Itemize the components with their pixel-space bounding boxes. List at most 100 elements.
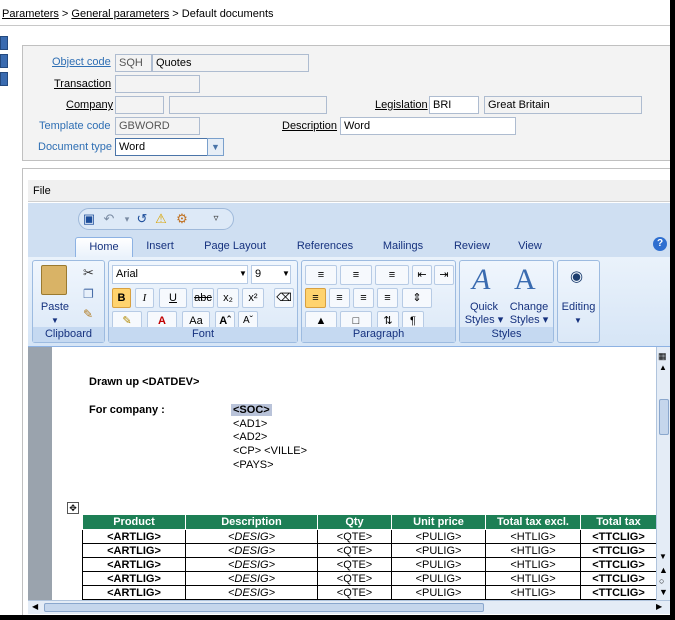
table-cell: <DESIG> — [185, 529, 318, 544]
chevron-down-icon[interactable]: ▼ — [282, 269, 290, 278]
save-icon[interactable]: ▣ — [81, 211, 97, 227]
bullets-button[interactable]: ≡ — [305, 265, 337, 285]
file-menu[interactable]: File — [33, 185, 51, 197]
template-code-field: GBWORD — [115, 117, 200, 135]
horizontal-scrollbar[interactable]: ◀ ▶ — [28, 600, 670, 614]
binoculars-icon[interactable]: ◉ — [570, 267, 583, 285]
superscript-button[interactable]: x² — [242, 288, 264, 308]
undo-dropdown-icon[interactable]: ▾ — [119, 211, 135, 227]
multilevel-list-button[interactable]: ≡ — [375, 265, 409, 285]
italic-button[interactable]: I — [135, 288, 154, 308]
quick-styles-button[interactable]: Quick Styles ▾ — [462, 301, 506, 327]
chevron-down-icon[interactable]: ▼ — [51, 316, 59, 325]
side-tool-button[interactable] — [0, 72, 8, 86]
table-header-row: Product Description Qty Unit price Total… — [82, 514, 657, 530]
tab-page-layout[interactable]: Page Layout — [200, 237, 270, 257]
help-icon[interactable]: ? — [653, 237, 667, 251]
quick-styles-icon[interactable]: A — [472, 263, 490, 297]
breadcrumb-general-parameters-link[interactable]: General parameters — [71, 8, 169, 20]
address-field-ad1: <AD1> — [233, 418, 268, 430]
table-cell: <TTCLIG> — [580, 571, 657, 586]
tab-references[interactable]: References — [293, 237, 357, 257]
scroll-right-icon[interactable]: ▶ — [656, 602, 662, 611]
macro-icon[interactable]: ⚙ — [174, 211, 190, 227]
previous-page-icon[interactable]: ▲ — [659, 565, 668, 575]
scroll-down-icon[interactable]: ▼ — [659, 552, 667, 561]
clear-formatting-icon[interactable]: ⌫ — [274, 288, 294, 308]
bold-button[interactable]: B — [112, 288, 131, 308]
chevron-down-icon[interactable]: ▼ — [574, 316, 582, 325]
select-browse-object-icon[interactable]: ○ — [659, 576, 664, 586]
paste-button[interactable]: Paste — [35, 301, 75, 314]
scroll-up-icon[interactable]: ▲ — [659, 363, 667, 372]
transaction-field[interactable] — [115, 75, 200, 93]
chevron-down-icon[interactable]: ▼ — [239, 269, 247, 278]
side-tool-button[interactable] — [0, 36, 8, 50]
table-cell: <QTE> — [317, 557, 392, 572]
copy-icon[interactable]: ❐ — [83, 287, 94, 301]
customize-toolbar-icon[interactable]: ▿ — [208, 211, 224, 227]
tab-home[interactable]: Home — [75, 237, 133, 257]
table-cell: <HTLIG> — [485, 557, 581, 572]
table-cell: <ARTLIG> — [82, 557, 186, 572]
scroll-thumb[interactable] — [659, 399, 669, 435]
paste-icon[interactable] — [41, 265, 67, 295]
table-cell: <HTLIG> — [485, 543, 581, 558]
line-spacing-button[interactable]: ⇕ — [402, 288, 432, 308]
object-code-label: Object code — [52, 56, 111, 68]
side-tool-button[interactable] — [0, 54, 8, 68]
chevron-down-icon[interactable]: ▼ — [207, 138, 224, 156]
company-code-field[interactable] — [115, 96, 164, 114]
table-row: <ARTLIG> <DESIG> <QTE> <PULIG> <HTLIG> <… — [82, 585, 657, 600]
breadcrumb-separator: > — [169, 8, 182, 20]
address-field-ad2: <AD2> — [233, 431, 268, 443]
tab-mailings[interactable]: Mailings — [378, 237, 428, 257]
scroll-left-icon[interactable]: ◀ — [32, 602, 38, 611]
redo-icon[interactable]: ↺ — [134, 211, 150, 227]
change-styles-button[interactable]: Change Styles ▾ — [506, 301, 552, 327]
table-cell: <TTCLIG> — [580, 557, 657, 572]
breadcrumb-parameters-link[interactable]: Parameters — [2, 8, 59, 20]
underline-button[interactable]: U — [159, 288, 187, 308]
horizontal-scroll-thumb[interactable] — [44, 603, 484, 612]
font-name-combo[interactable]: Arial — [112, 265, 248, 284]
tab-view[interactable]: View — [513, 237, 547, 257]
change-styles-icon[interactable]: A — [514, 263, 536, 297]
next-page-icon[interactable]: ▼ — [659, 587, 668, 597]
editing-button[interactable]: Editing — [558, 301, 599, 314]
word-file-menu-bar: File — [28, 180, 670, 202]
address-field-pays: <PAYS> — [233, 459, 274, 471]
cut-icon[interactable]: ✂ — [83, 265, 94, 281]
tab-insert[interactable]: Insert — [139, 237, 181, 257]
description-field[interactable]: Word — [340, 117, 516, 135]
align-center-button[interactable]: ≡ — [329, 288, 350, 308]
undo-icon[interactable]: ↶ — [101, 211, 117, 227]
align-left-button[interactable]: ≡ — [305, 288, 326, 308]
justify-button[interactable]: ≡ — [377, 288, 398, 308]
format-painter-icon[interactable]: ✎ — [83, 307, 93, 321]
column-header: Unit price — [391, 514, 486, 530]
document-type-select[interactable]: Word — [115, 138, 208, 156]
vertical-scrollbar[interactable]: ▦ ▲ ▼ ▲ ○ ▼ — [656, 347, 670, 600]
table-row: <ARTLIG> <DESIG> <QTE> <PULIG> <HTLIG> <… — [82, 543, 657, 558]
legislation-code-field[interactable]: BRI — [429, 96, 479, 114]
clipboard-group: Paste ▼ ✂ ❐ ✎ Clipboard — [32, 260, 105, 343]
header-form: Object code SQH Quotes Transaction Compa… — [22, 45, 670, 161]
subscript-button[interactable]: x₂ — [217, 288, 239, 308]
ruler-toggle-icon[interactable]: ▦ — [658, 351, 667, 362]
description-label: Description — [282, 120, 338, 132]
editing-group: ◉ Editing ▼ — [557, 260, 600, 343]
warning-icon[interactable]: ⚠ — [153, 211, 169, 227]
object-code-field[interactable]: SQH — [115, 54, 152, 72]
strikethrough-button[interactable]: abc — [192, 288, 214, 308]
column-header: Total tax — [580, 514, 657, 530]
table-cell: <DESIG> — [185, 557, 318, 572]
table-move-handle-icon[interactable]: ✥ — [67, 502, 79, 514]
table-cell: <QTE> — [317, 571, 392, 586]
numbering-button[interactable]: ≡ — [340, 265, 372, 285]
decrease-indent-button[interactable]: ⇤ — [412, 265, 432, 285]
for-company-label: For company : — [89, 404, 165, 416]
align-right-button[interactable]: ≡ — [353, 288, 374, 308]
tab-review[interactable]: Review — [450, 237, 494, 257]
increase-indent-button[interactable]: ⇥ — [434, 265, 454, 285]
